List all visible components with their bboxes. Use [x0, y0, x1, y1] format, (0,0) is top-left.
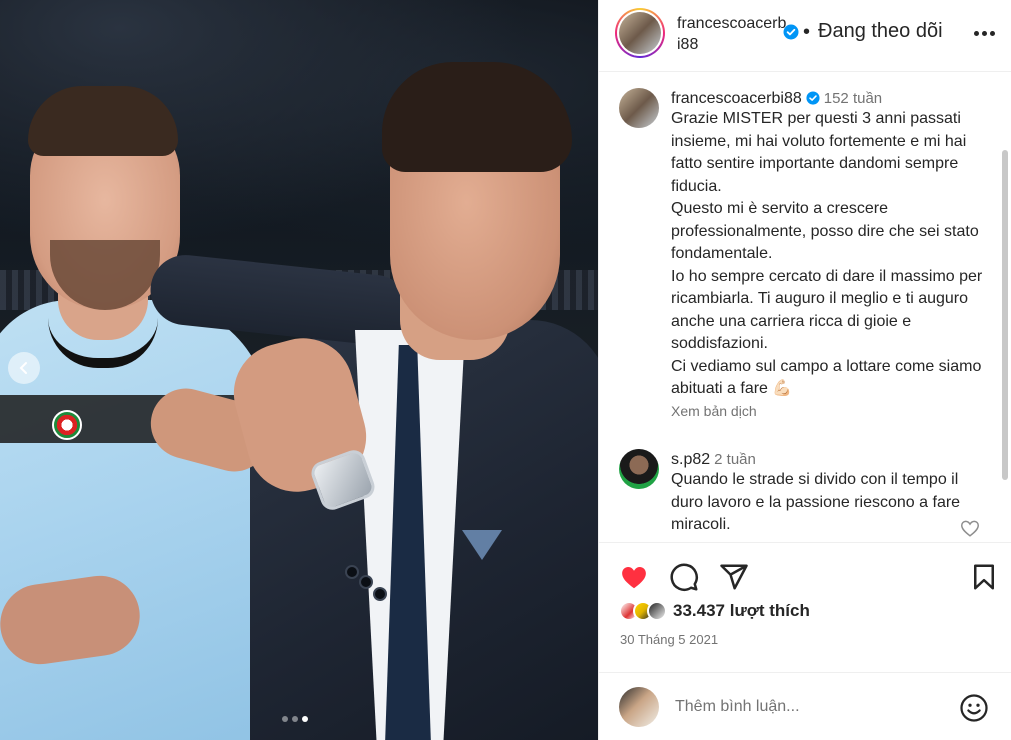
share-icon[interactable] [719, 562, 749, 592]
coppa-italia-badge [52, 410, 82, 440]
story-ring[interactable] [615, 8, 665, 58]
carousel-indicator [282, 716, 308, 722]
verified-badge-icon [783, 24, 799, 40]
caption-timestamp[interactable]: 152 tuần [824, 90, 882, 107]
header-username[interactable]: francescoacerbi88 [677, 13, 787, 55]
comments-scrollbar[interactable] [1002, 150, 1008, 480]
comments-section[interactable]: francescoacerbi88 152 tuần Grazie MISTER … [599, 72, 1011, 542]
emoji-icon[interactable] [959, 693, 989, 723]
comment-icon[interactable] [669, 562, 699, 592]
likes-count[interactable]: 33.437 lượt thích [673, 601, 810, 621]
see-translation-link[interactable]: Xem bản dịch [671, 403, 1001, 419]
following-button[interactable]: Đang theo dõi [818, 20, 943, 43]
comment-text: Quando le strade si divido con il tempo … [671, 471, 961, 533]
more-options-icon[interactable] [971, 20, 997, 46]
caption-avatar[interactable] [619, 88, 659, 128]
post-date[interactable]: 30 Tháng 5 2021 [620, 632, 718, 647]
player-shirt [0, 300, 270, 740]
liker-avatar [647, 601, 667, 621]
carousel-prev-button[interactable] [8, 352, 40, 384]
caption-text: Grazie MISTER per questi 3 anni passati … [671, 110, 983, 397]
carousel-dot-active [302, 716, 308, 722]
caption-username[interactable]: francescoacerbi88 [671, 90, 802, 107]
heart-filled-icon[interactable] [619, 562, 649, 592]
own-avatar [619, 687, 659, 727]
add-comment-bar [599, 672, 1011, 740]
save-bookmark-icon[interactable] [969, 562, 999, 592]
post-media[interactable] [0, 0, 598, 740]
post-panel: francescoacerbi88 • Đang theo dõi france… [598, 0, 1011, 740]
player-hair [28, 86, 178, 156]
carousel-dot [292, 716, 298, 722]
verified-badge-icon [806, 91, 820, 105]
separator-dot: • [803, 21, 811, 43]
comment-timestamp[interactable]: 2 tuần [714, 451, 756, 468]
likes-row[interactable]: 33.437 lượt thích [619, 601, 810, 621]
post-header: francescoacerbi88 • Đang theo dõi [599, 0, 1011, 72]
avatar [619, 12, 661, 54]
comment-username[interactable]: s.p82 [671, 451, 710, 468]
suit-buttons [345, 565, 395, 609]
comment-input[interactable] [675, 695, 945, 719]
comment-avatar[interactable] [619, 449, 659, 489]
carousel-dot [282, 716, 288, 722]
comment-heart-icon[interactable] [959, 517, 981, 539]
chevron-left-icon [19, 362, 27, 374]
